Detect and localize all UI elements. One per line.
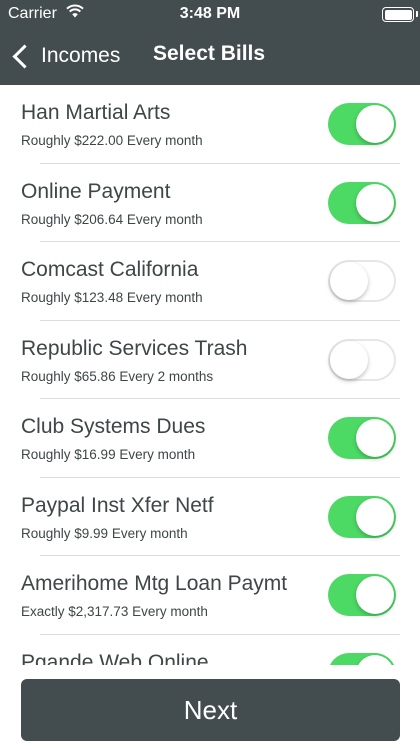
list-item[interactable]: Pgande Web Online <box>0 635 420 666</box>
list-item[interactable]: Comcast California Roughly $123.48 Every … <box>0 242 420 321</box>
back-label: Incomes <box>41 44 121 67</box>
next-button[interactable]: Next <box>21 679 400 741</box>
bill-detail: Roughly $123.48 Every month <box>21 290 203 305</box>
bill-toggle[interactable] <box>328 574 396 616</box>
bill-toggle[interactable] <box>328 652 396 665</box>
toggle-knob <box>356 183 394 222</box>
bill-name: Republic Services Trash <box>21 336 248 360</box>
bill-detail: Roughly $9.99 Every month <box>21 525 188 541</box>
bill-toggle[interactable] <box>328 103 396 145</box>
battery-icon <box>382 7 414 22</box>
toggle-knob <box>330 340 368 379</box>
bill-name: Online Payment <box>21 179 171 203</box>
list-item[interactable]: Paypal Inst Xfer Netf Roughly $9.99 Every… <box>0 478 420 556</box>
battery-tip <box>416 11 418 17</box>
list-item[interactable]: Online Payment Roughly $206.64 Every mont… <box>0 164 420 242</box>
toggle-knob <box>356 419 394 457</box>
bill-name: Comcast California <box>21 258 199 281</box>
bill-detail: Roughly $206.64 Every month <box>21 211 203 227</box>
bill-toggle[interactable] <box>328 181 396 224</box>
bill-name: Pgande Web Online <box>21 650 209 666</box>
bill-name: Han Martial Arts <box>21 101 171 124</box>
bill-name: Club Systems Dues <box>21 415 206 438</box>
back-button[interactable]: Incomes <box>10 40 120 72</box>
list-item[interactable]: Republic Services Trash Roughly $65.86 Ev… <box>0 321 420 399</box>
list-item[interactable]: Club Systems Dues Roughly $16.99 Every mo… <box>0 399 420 478</box>
bill-toggle[interactable] <box>328 417 396 459</box>
toggle-knob <box>356 497 394 536</box>
bill-name: Paypal Inst Xfer Netf <box>21 493 214 517</box>
toggle-knob <box>356 105 394 143</box>
clock: 3:48 PM <box>179 5 241 22</box>
bill-toggle[interactable] <box>328 260 396 302</box>
list-item[interactable]: Han Martial Arts Roughly $222.00 Every mo… <box>0 85 420 164</box>
status-bar: Carrier 3:48 PM <box>0 0 420 30</box>
bill-detail: Roughly $222.00 Every month <box>21 133 203 148</box>
page-title: Select Bills <box>153 42 266 65</box>
toggle-knob <box>330 262 368 300</box>
toggle-knob <box>356 576 394 614</box>
bill-name: Amerihome Mtg Loan Paymt <box>21 572 288 595</box>
bill-detail: Roughly $16.99 Every month <box>21 447 196 462</box>
bills-list[interactable]: Han Martial Arts Roughly $222.00 Every mo… <box>0 85 420 665</box>
bill-toggle[interactable] <box>328 338 396 381</box>
bill-toggle[interactable] <box>328 495 396 538</box>
toggle-knob <box>356 654 394 665</box>
bill-detail: Roughly $65.86 Every 2 months <box>21 368 214 384</box>
bill-detail: Exactly $2,317.73 Every month <box>21 604 208 619</box>
chevron-left-icon <box>12 43 37 69</box>
top-bar: Carrier 3:48 PM Incomes Select Bills <box>0 0 420 85</box>
list-item[interactable]: Amerihome Mtg Loan Paymt Exactly $2,317.7… <box>0 556 420 635</box>
